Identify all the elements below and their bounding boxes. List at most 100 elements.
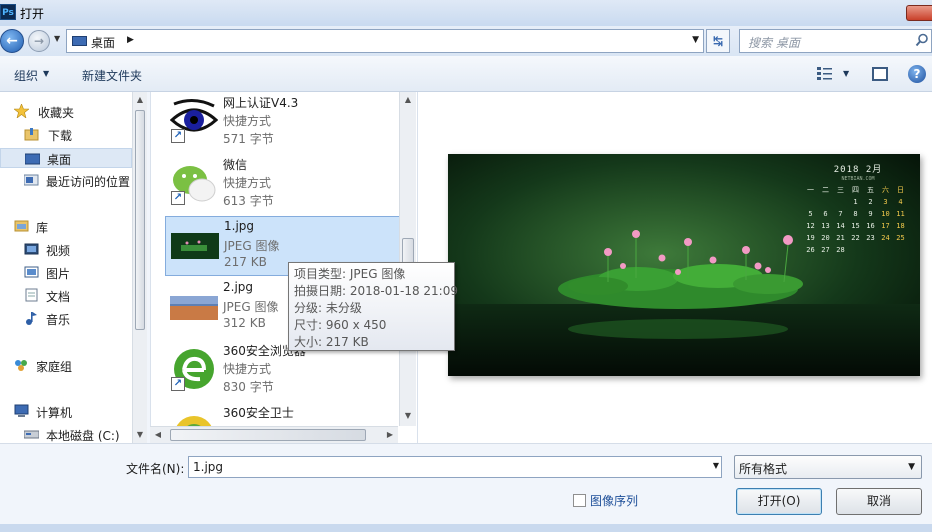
calendar-day: 三	[837, 186, 844, 194]
calendar-day: 15	[851, 222, 860, 230]
calendar-day: 21	[836, 234, 845, 242]
image-sequence-checkbox[interactable]	[573, 494, 586, 507]
nav-downloads[interactable]: 下载	[24, 125, 134, 145]
nav-scroll-thumb[interactable]	[135, 110, 145, 330]
preview-pane-icon[interactable]	[872, 67, 888, 81]
view-dropdown-icon[interactable]: ▼	[843, 69, 849, 78]
file-item[interactable]: ↗ 微信 快捷方式 613 字节	[165, 154, 401, 214]
filename-dropdown-icon[interactable]: ▼	[713, 461, 719, 470]
search-placeholder[interactable]: 搜索 桌面	[748, 34, 800, 51]
file-list-hscrollbar[interactable]: ◀ ▶	[150, 426, 398, 443]
computer-icon	[14, 404, 29, 417]
nav-documents[interactable]: 文档	[24, 286, 134, 306]
nav-documents-label: 文档	[46, 290, 71, 304]
file-item[interactable]: ↗ 网上认证V4.3 快捷方式 571 字节	[165, 92, 401, 152]
scroll-down-icon[interactable]: ▼	[400, 408, 416, 424]
filter-value[interactable]: 所有格式	[739, 460, 787, 477]
forward-button[interactable]: →	[28, 30, 50, 52]
calendar-day: 二	[822, 186, 829, 194]
tooltip-size: 大小: 217 KB	[294, 335, 369, 349]
file-size: 571 字节	[223, 132, 274, 146]
calendar-day: 2	[868, 198, 873, 206]
nav-music[interactable]: 音乐	[24, 309, 134, 329]
file-size: 217 KB	[224, 255, 267, 269]
nav-videos-label: 视频	[46, 244, 71, 258]
search-box[interactable]: 搜索 桌面	[739, 29, 932, 53]
refresh-button[interactable]: ↹	[706, 29, 730, 53]
scroll-left-icon[interactable]: ◀	[150, 427, 166, 443]
scroll-down-icon[interactable]: ▼	[133, 427, 147, 443]
nav-homegroup[interactable]: 家庭组	[14, 356, 134, 376]
file-type: JPEG 图像	[224, 239, 280, 253]
calendar-day: 9	[868, 210, 873, 218]
calendar-day: 8	[853, 210, 858, 218]
address-bar[interactable]: 桌面 ▶ ▼	[66, 29, 704, 53]
file-type-filter[interactable]: 所有格式 ▼	[734, 455, 922, 479]
nav-libraries[interactable]: 库	[14, 217, 134, 237]
back-button[interactable]: ←	[0, 29, 24, 53]
calendar-day	[833, 196, 848, 208]
filename-input[interactable]: 1.jpg ▼	[188, 456, 722, 478]
shortcut-arrow-icon: ↗	[171, 377, 185, 391]
navigation-pane: 收藏夹 下载 桌面 最近访问的位置 库 视频 图片 文档 音乐 家庭组 计算机 …	[0, 92, 147, 443]
nav-favorites[interactable]: 收藏夹	[14, 102, 134, 122]
view-options-icon[interactable]	[817, 67, 833, 81]
scroll-up-icon[interactable]: ▲	[133, 92, 147, 108]
nav-computer[interactable]: 计算机	[14, 402, 134, 422]
search-icon[interactable]	[915, 33, 929, 47]
recent-places-icon	[24, 174, 39, 186]
file-name: 2.jpg	[223, 280, 254, 294]
organize-dropdown-icon[interactable]: ▼	[43, 69, 49, 78]
nav-favorites-label: 收藏夹	[38, 106, 75, 120]
file-type: 快捷方式	[223, 176, 272, 190]
filter-dropdown-icon[interactable]: ▼	[908, 462, 915, 472]
calendar-day: 22	[851, 234, 860, 242]
help-icon[interactable]: ?	[908, 65, 926, 83]
nav-pictures[interactable]: 图片	[24, 263, 134, 283]
nav-scrollbar[interactable]: ▲ ▼	[132, 92, 147, 443]
address-dropdown-icon[interactable]: ▼	[692, 35, 699, 45]
file-size: 312 KB	[223, 316, 266, 330]
file-list-scrollbar[interactable]: ▲ ▼	[399, 92, 416, 426]
window-bottom-border	[0, 524, 932, 532]
homegroup-icon	[15, 360, 27, 371]
calendar-day: 10	[881, 210, 890, 218]
scroll-right-icon[interactable]: ▶	[382, 427, 398, 443]
file-hscroll-thumb[interactable]	[170, 429, 366, 441]
breadcrumb-chevron-icon[interactable]: ▶	[127, 35, 134, 45]
organize-button[interactable]: 组织	[14, 67, 38, 84]
calendar-day: 20	[821, 234, 830, 242]
nav-local-disk-label: 本地磁盘 (C:)	[46, 429, 120, 443]
cancel-button[interactable]: 取消	[836, 488, 922, 515]
tooltip-date: 拍摄日期: 2018-01-18 21:09	[294, 284, 458, 298]
calendar-day: 五	[867, 186, 874, 194]
calendar-grid: 一二三四五六日 1 2 3 4 5 6 7 8 9 10 11 12 13 14 15 16 17 18 19 20 21…	[803, 184, 913, 256]
file-name: 微信	[223, 158, 248, 172]
calendar-day: 14	[836, 222, 845, 230]
file-type: 快捷方式	[223, 114, 272, 128]
recent-locations-dropdown[interactable]: ▼	[54, 34, 60, 43]
filename-value[interactable]: 1.jpg	[193, 460, 223, 474]
video-icon	[24, 243, 39, 255]
calendar-day	[863, 244, 878, 256]
window-title: 打开	[20, 7, 45, 21]
image-sequence-label[interactable]: 图像序列	[590, 492, 638, 509]
close-button[interactable]	[906, 5, 932, 21]
nav-desktop[interactable]: 桌面	[0, 148, 132, 168]
calendar-site: NETBIAN.COM	[841, 176, 875, 182]
address-location[interactable]: 桌面	[91, 34, 115, 51]
star-icon	[14, 104, 29, 118]
music-icon	[26, 312, 37, 325]
nav-videos[interactable]: 视频	[24, 240, 134, 260]
desktop-icon	[72, 36, 87, 46]
calendar-day: 3	[883, 198, 888, 206]
library-icon	[14, 220, 29, 232]
nav-recent-places[interactable]: 最近访问的位置	[24, 171, 144, 191]
calendar-day: 13	[821, 222, 830, 230]
calendar-day: 4	[898, 198, 903, 206]
new-folder-button[interactable]: 新建文件夹	[82, 67, 142, 84]
open-button[interactable]: 打开(O)	[736, 488, 822, 515]
calendar-day: 六	[882, 186, 889, 194]
nav-local-disk[interactable]: 本地磁盘 (C:)	[24, 425, 134, 443]
scroll-up-icon[interactable]: ▲	[400, 92, 416, 108]
